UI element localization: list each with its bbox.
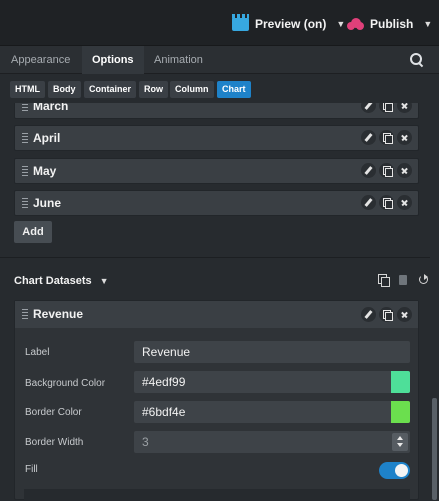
border-width-value: 3 — [142, 435, 149, 449]
paste-icon[interactable] — [398, 274, 409, 285]
drag-handle-icon[interactable] — [22, 133, 28, 144]
reset-icon[interactable] — [418, 274, 429, 285]
delete-icon[interactable] — [397, 307, 412, 322]
copy-icon[interactable] — [378, 274, 390, 287]
tab-animation[interactable]: Animation — [144, 46, 213, 74]
label-item-text: May — [33, 164, 57, 178]
tab-options[interactable]: Options — [82, 46, 144, 74]
tab-appearance[interactable]: Appearance — [1, 46, 80, 74]
breadcrumb-row[interactable]: Row — [139, 81, 168, 98]
clapperboard-icon — [232, 14, 249, 31]
breadcrumb-body[interactable]: Body — [48, 81, 81, 98]
top-toolbar: Preview (on) ▼ Publish ▼ — [0, 0, 439, 46]
background-color-swatch[interactable] — [391, 371, 410, 393]
next-field[interactable] — [24, 489, 410, 501]
border-width-label: Border Width — [25, 437, 84, 448]
label-item-text: June — [33, 196, 62, 210]
drag-handle-icon[interactable] — [22, 166, 28, 177]
duplicate-icon[interactable] — [379, 307, 394, 322]
background-color-value: #4edf99 — [142, 375, 186, 389]
border-color-label: Border Color — [25, 407, 82, 418]
scrollbar-thumb[interactable] — [432, 398, 437, 500]
delete-icon[interactable] — [397, 130, 412, 145]
breadcrumb-overlay: HTML Body Container Row Column Chart — [0, 75, 439, 103]
label-item-text: April — [33, 131, 61, 145]
label-item-april[interactable]: April — [14, 125, 419, 151]
preview-button[interactable]: Preview (on) ▼ — [232, 13, 345, 35]
preview-label: Preview (on) — [255, 17, 327, 31]
delete-icon[interactable] — [397, 163, 412, 178]
drag-handle-icon[interactable] — [22, 309, 28, 320]
label-field[interactable]: Revenue — [134, 341, 410, 363]
chevron-down-icon: ▼ — [336, 19, 346, 29]
section-title: Chart Datasets — [14, 275, 92, 287]
dataset-name: Revenue — [33, 307, 84, 321]
edit-icon[interactable] — [361, 307, 376, 322]
publish-label: Publish — [370, 17, 414, 31]
label-item-june[interactable]: June — [14, 190, 419, 216]
background-color-label: Background Color — [25, 378, 106, 389]
section-divider — [0, 257, 439, 258]
dataset-header[interactable]: Revenue — [15, 301, 418, 328]
section-tools — [378, 274, 429, 287]
edit-icon[interactable] — [361, 163, 376, 178]
duplicate-icon[interactable] — [379, 195, 394, 210]
cloud-upload-icon — [347, 17, 364, 31]
border-color-field[interactable]: #6bdf4e — [134, 401, 410, 423]
label-item-may[interactable]: May — [14, 158, 419, 184]
edit-icon[interactable] — [361, 195, 376, 210]
background-color-field[interactable]: #4edf99 — [134, 371, 410, 393]
breadcrumb-container[interactable]: Container — [84, 81, 137, 98]
edit-icon[interactable] — [361, 130, 376, 145]
breadcrumb-html[interactable]: HTML — [10, 81, 45, 98]
breadcrumb-chart[interactable]: Chart — [217, 81, 251, 98]
fill-toggle[interactable] — [379, 462, 410, 479]
number-stepper-icon[interactable] — [392, 433, 408, 451]
border-color-swatch[interactable] — [391, 401, 410, 423]
fill-label: Fill — [25, 464, 38, 475]
add-label-button[interactable]: Add — [14, 221, 52, 243]
publish-button[interactable]: Publish ▼ — [347, 13, 432, 35]
duplicate-icon[interactable] — [379, 163, 394, 178]
border-width-field[interactable]: 3 — [134, 431, 410, 453]
breadcrumb-column[interactable]: Column — [170, 81, 214, 98]
border-color-value: #6bdf4e — [142, 405, 186, 419]
panel-tabs: Appearance Options Animation — [0, 46, 439, 74]
delete-icon[interactable] — [397, 195, 412, 210]
search-icon[interactable] — [410, 53, 424, 67]
drag-handle-icon[interactable] — [22, 198, 28, 209]
chart-datasets-header[interactable]: Chart Datasets ▼ — [14, 275, 109, 287]
duplicate-icon[interactable] — [379, 130, 394, 145]
label-field-label: Label — [25, 347, 50, 358]
dataset-item-revenue: Revenue Label Revenue Background Color #… — [14, 300, 419, 501]
chevron-down-icon: ▼ — [423, 19, 433, 29]
chevron-down-icon: ▼ — [99, 276, 109, 286]
